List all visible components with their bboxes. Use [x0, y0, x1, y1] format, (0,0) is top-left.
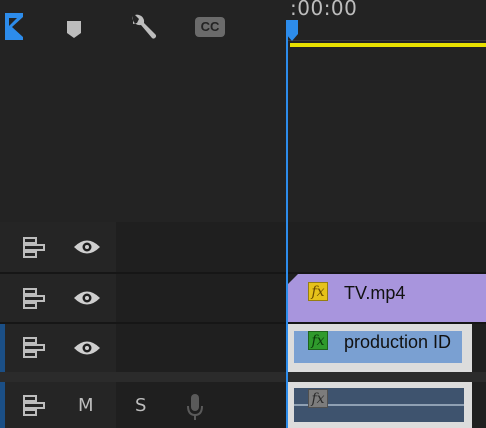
wrench-icon — [127, 10, 157, 47]
clip-production-id[interactable]: fx production ID — [288, 324, 472, 372]
track-target-indicator[interactable] — [0, 324, 5, 372]
playhead-handle-icon[interactable] — [286, 20, 300, 47]
timeline-settings-button[interactable] — [128, 10, 156, 46]
work-area-bar[interactable] — [290, 43, 486, 47]
fx-badge[interactable]: fx — [308, 282, 328, 301]
marker-icon — [65, 10, 83, 43]
timecode-ruler-label: :00:00 — [290, 0, 358, 20]
cc-label: CC — [200, 19, 220, 34]
track-header-empty-area — [0, 50, 286, 222]
clip-start-marker-icon — [288, 274, 298, 284]
timeline-header: CC :00:00 — [0, 0, 486, 50]
sync-lock-icon[interactable] — [22, 287, 46, 309]
eye-icon[interactable] — [73, 237, 101, 257]
clip-audio[interactable]: fx — [288, 382, 472, 428]
sync-lock-icon[interactable] — [22, 236, 46, 258]
clip-name: production ID — [344, 332, 452, 352]
snap-tool-button[interactable] — [0, 10, 28, 46]
sync-lock-icon[interactable] — [22, 336, 46, 358]
video-audio-separator[interactable] — [0, 372, 486, 382]
timeline-track-video-1[interactable] — [288, 222, 486, 272]
snap-icon — [3, 10, 25, 47]
mute-track-button[interactable]: M — [78, 395, 94, 416]
clip-tv-mp4[interactable]: fx TV.mp4 — [288, 274, 486, 322]
add-marker-button[interactable] — [60, 10, 88, 46]
microphone-icon[interactable] — [185, 392, 205, 422]
track-header-audio-1[interactable]: M S — [0, 382, 286, 428]
captions-button[interactable]: CC — [193, 10, 227, 46]
track-header-video-1[interactable] — [0, 222, 286, 272]
eye-icon[interactable] — [73, 338, 101, 358]
eye-icon[interactable] — [73, 288, 101, 308]
clip-name: TV.mp4 — [344, 283, 406, 303]
track-target-indicator[interactable] — [0, 382, 5, 428]
solo-track-button[interactable]: S — [135, 395, 146, 416]
fx-badge[interactable]: fx — [308, 389, 328, 408]
cc-icon: CC — [195, 17, 225, 37]
track-controls — [0, 382, 116, 428]
playhead-line[interactable] — [286, 20, 288, 428]
fx-badge[interactable]: fx — [308, 331, 328, 350]
time-ruler[interactable] — [286, 40, 486, 41]
sync-lock-icon[interactable] — [22, 394, 46, 416]
track-header-video-2[interactable] — [0, 274, 286, 322]
track-header-video-3[interactable] — [0, 324, 286, 372]
timeline-empty-area — [288, 50, 486, 222]
